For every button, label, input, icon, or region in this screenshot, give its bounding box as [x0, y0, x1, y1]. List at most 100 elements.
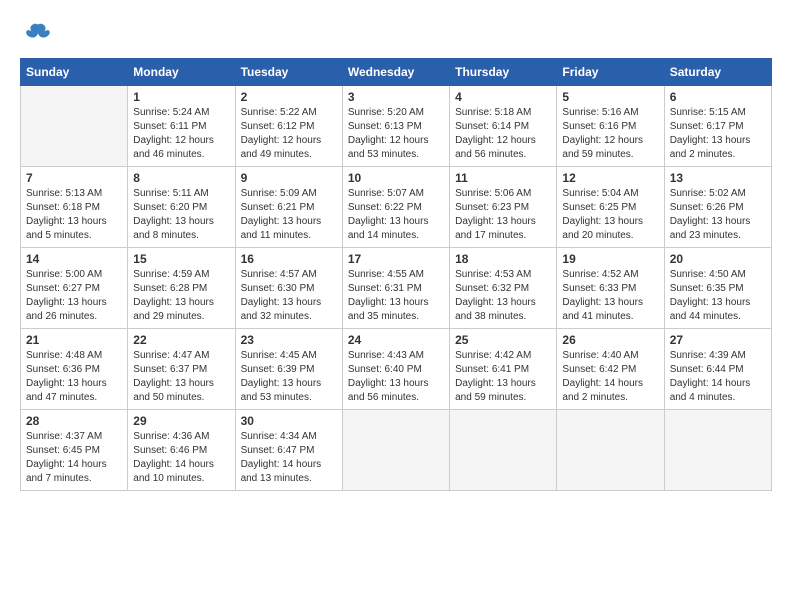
cell-info: Sunrise: 4:55 AM Sunset: 6:31 PM Dayligh… [348, 268, 444, 324]
cell-info: Sunrise: 4:45 AM Sunset: 6:39 PM Dayligh… [241, 349, 337, 405]
day-number: 9 [241, 171, 337, 185]
weekday-label: Tuesday [235, 59, 342, 86]
calendar-cell [664, 410, 771, 491]
calendar-cell: 8 Sunrise: 5:11 AM Sunset: 6:20 PM Daylig… [128, 167, 235, 248]
day-number: 15 [133, 252, 229, 266]
weekday-label: Monday [128, 59, 235, 86]
cell-info: Sunrise: 4:34 AM Sunset: 6:47 PM Dayligh… [241, 430, 337, 486]
calendar-cell: 28Sunrise: 4:37 AM Sunset: 6:45 PM Dayli… [21, 410, 128, 491]
logo-bird-icon [24, 20, 52, 48]
day-number: 1 [133, 90, 229, 104]
day-number: 3 [348, 90, 444, 104]
calendar-cell [557, 410, 664, 491]
calendar-cell: 23 Sunrise: 4:45 AM Sunset: 6:39 PM Dayli… [235, 329, 342, 410]
calendar-cell: 16Sunrise: 4:57 AM Sunset: 6:30 PM Dayli… [235, 248, 342, 329]
calendar-cell: 20 Sunrise: 4:50 AM Sunset: 6:35 PM Dayli… [664, 248, 771, 329]
cell-info: Sunrise: 5:13 AM Sunset: 6:18 PM Dayligh… [26, 187, 122, 243]
cell-info: Sunrise: 5:22 AM Sunset: 6:12 PM Dayligh… [241, 106, 337, 162]
day-number: 25 [455, 333, 551, 347]
calendar-cell: 21 Sunrise: 4:48 AM Sunset: 6:36 PM Dayli… [21, 329, 128, 410]
weekday-label: Thursday [450, 59, 557, 86]
calendar-cell [342, 410, 449, 491]
day-number: 7 [26, 171, 122, 185]
day-number: 28 [26, 414, 122, 428]
day-number: 18 [455, 252, 551, 266]
weekday-label: Saturday [664, 59, 771, 86]
cell-info: Sunrise: 5:04 AM Sunset: 6:25 PM Dayligh… [562, 187, 658, 243]
cell-info: Sunrise: 4:42 AM Sunset: 6:41 PM Dayligh… [455, 349, 551, 405]
day-number: 29 [133, 414, 229, 428]
calendar-cell: 17 Sunrise: 4:55 AM Sunset: 6:31 PM Dayli… [342, 248, 449, 329]
calendar-cell: 13 Sunrise: 5:02 AM Sunset: 6:26 PM Dayli… [664, 167, 771, 248]
cell-info: Sunrise: 4:48 AM Sunset: 6:36 PM Dayligh… [26, 349, 122, 405]
day-number: 17 [348, 252, 444, 266]
day-number: 14 [26, 252, 122, 266]
day-number: 8 [133, 171, 229, 185]
day-number: 22 [133, 333, 229, 347]
logo [20, 20, 52, 48]
day-number: 21 [26, 333, 122, 347]
day-number: 19 [562, 252, 658, 266]
calendar-cell: 24 Sunrise: 4:43 AM Sunset: 6:40 PM Dayli… [342, 329, 449, 410]
weekday-header-row: SundayMondayTuesdayWednesdayThursdayFrid… [21, 59, 772, 86]
day-number: 2 [241, 90, 337, 104]
day-number: 6 [670, 90, 766, 104]
cell-info: Sunrise: 4:43 AM Sunset: 6:40 PM Dayligh… [348, 349, 444, 405]
cell-info: Sunrise: 5:06 AM Sunset: 6:23 PM Dayligh… [455, 187, 551, 243]
cell-info: Sunrise: 4:53 AM Sunset: 6:32 PM Dayligh… [455, 268, 551, 324]
calendar-cell: 11 Sunrise: 5:06 AM Sunset: 6:23 PM Dayli… [450, 167, 557, 248]
calendar-cell: 6 Sunrise: 5:15 AM Sunset: 6:17 PM Daylig… [664, 86, 771, 167]
day-number: 13 [670, 171, 766, 185]
day-number: 12 [562, 171, 658, 185]
calendar-cell: 27 Sunrise: 4:39 AM Sunset: 6:44 PM Dayli… [664, 329, 771, 410]
calendar-body: 1 Sunrise: 5:24 AM Sunset: 6:11 PM Daylig… [21, 86, 772, 491]
cell-info: Sunrise: 5:11 AM Sunset: 6:20 PM Dayligh… [133, 187, 229, 243]
day-number: 30 [241, 414, 337, 428]
calendar-cell: 2 Sunrise: 5:22 AM Sunset: 6:12 PM Daylig… [235, 86, 342, 167]
cell-info: Sunrise: 5:24 AM Sunset: 6:11 PM Dayligh… [133, 106, 229, 162]
day-number: 10 [348, 171, 444, 185]
cell-info: Sunrise: 4:52 AM Sunset: 6:33 PM Dayligh… [562, 268, 658, 324]
weekday-label: Sunday [21, 59, 128, 86]
cell-info: Sunrise: 5:16 AM Sunset: 6:16 PM Dayligh… [562, 106, 658, 162]
calendar-week-row: 21 Sunrise: 4:48 AM Sunset: 6:36 PM Dayli… [21, 329, 772, 410]
day-number: 20 [670, 252, 766, 266]
calendar-cell: 14 Sunrise: 5:00 AM Sunset: 6:27 PM Dayli… [21, 248, 128, 329]
calendar-cell: 9 Sunrise: 5:09 AM Sunset: 6:21 PM Daylig… [235, 167, 342, 248]
cell-info: Sunrise: 5:20 AM Sunset: 6:13 PM Dayligh… [348, 106, 444, 162]
cell-info: Sunrise: 4:47 AM Sunset: 6:37 PM Dayligh… [133, 349, 229, 405]
page-header [20, 20, 772, 48]
day-number: 4 [455, 90, 551, 104]
cell-info: Sunrise: 4:39 AM Sunset: 6:44 PM Dayligh… [670, 349, 766, 405]
cell-info: Sunrise: 4:50 AM Sunset: 6:35 PM Dayligh… [670, 268, 766, 324]
cell-info: Sunrise: 5:15 AM Sunset: 6:17 PM Dayligh… [670, 106, 766, 162]
day-number: 11 [455, 171, 551, 185]
calendar-cell: 30 Sunrise: 4:34 AM Sunset: 6:47 PM Dayli… [235, 410, 342, 491]
calendar-cell: 3 Sunrise: 5:20 AM Sunset: 6:13 PM Daylig… [342, 86, 449, 167]
weekday-label: Friday [557, 59, 664, 86]
calendar-cell: 18 Sunrise: 4:53 AM Sunset: 6:32 PM Dayli… [450, 248, 557, 329]
cell-info: Sunrise: 5:00 AM Sunset: 6:27 PM Dayligh… [26, 268, 122, 324]
calendar-week-row: 28Sunrise: 4:37 AM Sunset: 6:45 PM Dayli… [21, 410, 772, 491]
calendar-week-row: 1 Sunrise: 5:24 AM Sunset: 6:11 PM Daylig… [21, 86, 772, 167]
calendar-cell: 25 Sunrise: 4:42 AM Sunset: 6:41 PM Dayli… [450, 329, 557, 410]
cell-info: Sunrise: 4:57 AM Sunset: 6:30 PM Dayligh… [241, 268, 337, 324]
cell-info: Sunrise: 5:18 AM Sunset: 6:14 PM Dayligh… [455, 106, 551, 162]
calendar-cell: 15 Sunrise: 4:59 AM Sunset: 6:28 PM Dayli… [128, 248, 235, 329]
calendar-cell: 22 Sunrise: 4:47 AM Sunset: 6:37 PM Dayli… [128, 329, 235, 410]
cell-info: Sunrise: 5:02 AM Sunset: 6:26 PM Dayligh… [670, 187, 766, 243]
calendar-table: SundayMondayTuesdayWednesdayThursdayFrid… [20, 58, 772, 491]
day-number: 24 [348, 333, 444, 347]
cell-info: Sunrise: 5:09 AM Sunset: 6:21 PM Dayligh… [241, 187, 337, 243]
day-number: 23 [241, 333, 337, 347]
calendar-cell: 5Sunrise: 5:16 AM Sunset: 6:16 PM Daylig… [557, 86, 664, 167]
calendar-cell: 26Sunrise: 4:40 AM Sunset: 6:42 PM Dayli… [557, 329, 664, 410]
cell-info: Sunrise: 5:07 AM Sunset: 6:22 PM Dayligh… [348, 187, 444, 243]
day-number: 27 [670, 333, 766, 347]
calendar-week-row: 7 Sunrise: 5:13 AM Sunset: 6:18 PM Daylig… [21, 167, 772, 248]
cell-info: Sunrise: 4:59 AM Sunset: 6:28 PM Dayligh… [133, 268, 229, 324]
calendar-cell: 12 Sunrise: 5:04 AM Sunset: 6:25 PM Dayli… [557, 167, 664, 248]
calendar-cell: 29Sunrise: 4:36 AM Sunset: 6:46 PM Dayli… [128, 410, 235, 491]
calendar-cell: 10 Sunrise: 5:07 AM Sunset: 6:22 PM Dayli… [342, 167, 449, 248]
calendar-week-row: 14 Sunrise: 5:00 AM Sunset: 6:27 PM Dayli… [21, 248, 772, 329]
